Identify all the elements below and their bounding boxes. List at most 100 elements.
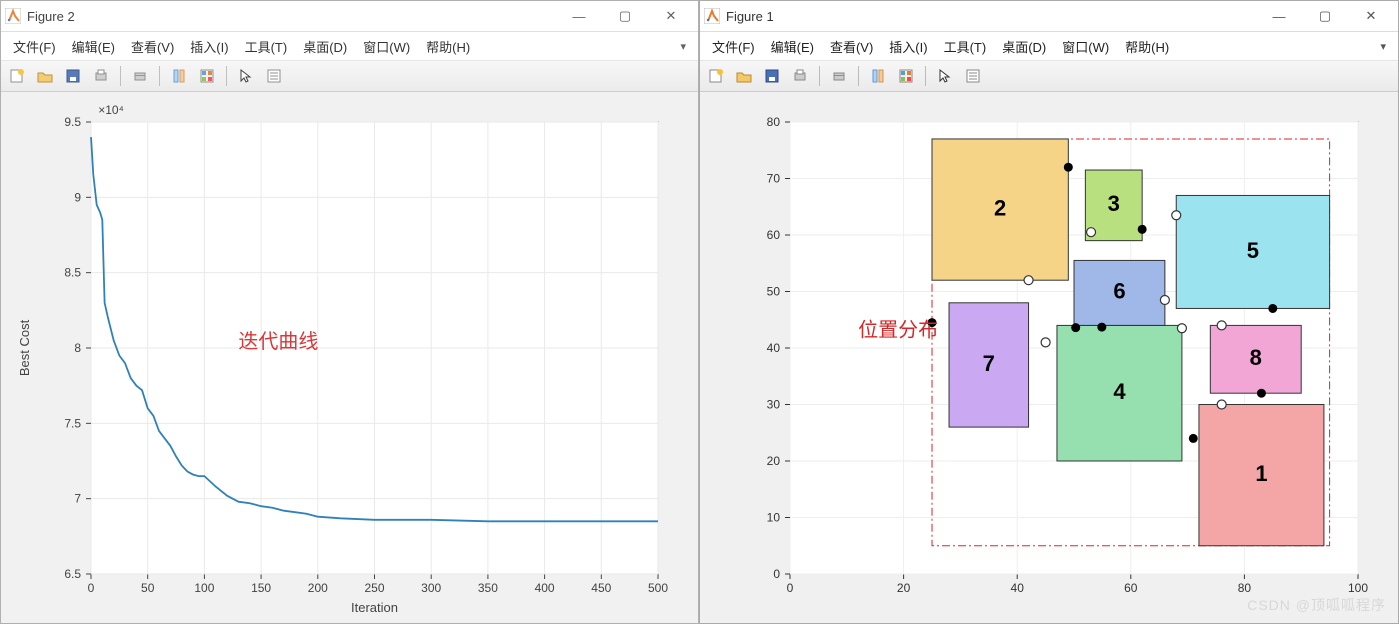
svg-text:8: 8 (1250, 345, 1262, 370)
separator (120, 66, 121, 86)
figure-window-1: Figure 1 — ▢ ✕ 文件(F) 编辑(E) 查看(V) 插入(I) 工… (699, 0, 1399, 624)
link-button[interactable] (167, 64, 191, 88)
plot-area-left[interactable]: 0501001502002503003504004505006.577.588.… (1, 92, 698, 623)
window-title: Figure 2 (27, 9, 556, 24)
colorbar-button[interactable] (195, 64, 219, 88)
layout-chart: 0204060801000102030405060708012345678位置分… (700, 92, 1398, 624)
window-title: Figure 1 (726, 9, 1256, 24)
svg-text:7: 7 (983, 351, 995, 376)
svg-text:7: 7 (74, 492, 81, 506)
menu-view[interactable]: 查看(V) (824, 35, 879, 58)
svg-text:1: 1 (1255, 461, 1267, 486)
maximize-button[interactable]: ▢ (602, 2, 648, 30)
toolbar (1, 61, 698, 92)
svg-text:50: 50 (141, 581, 155, 595)
svg-text:80: 80 (767, 115, 781, 129)
minimize-button[interactable]: — (556, 2, 602, 30)
new-figure-button[interactable] (704, 64, 728, 88)
svg-text:5: 5 (1247, 238, 1259, 263)
svg-text:20: 20 (767, 454, 781, 468)
svg-text:0: 0 (787, 581, 794, 595)
menu-file[interactable]: 文件(F) (7, 35, 62, 58)
menu-edit[interactable]: 编辑(E) (66, 35, 121, 58)
save-button[interactable] (760, 64, 784, 88)
svg-text:100: 100 (1348, 581, 1368, 595)
svg-text:400: 400 (535, 581, 555, 595)
menu-window[interactable]: 窗口(W) (357, 35, 416, 58)
insert-legend-button[interactable] (961, 64, 985, 88)
menu-file[interactable]: 文件(F) (706, 35, 761, 58)
svg-text:60: 60 (1124, 581, 1138, 595)
matlab-icon (704, 8, 720, 24)
print-preview-button[interactable] (128, 64, 152, 88)
separator (226, 66, 227, 86)
svg-text:7.5: 7.5 (64, 416, 81, 430)
titlebar[interactable]: Figure 2 — ▢ ✕ (1, 1, 698, 32)
menu-tools[interactable]: 工具(T) (239, 35, 294, 58)
svg-text:100: 100 (194, 581, 214, 595)
close-button[interactable]: ✕ (648, 2, 694, 30)
svg-text:×10⁴: ×10⁴ (98, 103, 124, 117)
pointer-button[interactable] (933, 64, 957, 88)
svg-text:8.5: 8.5 (64, 266, 81, 280)
line-chart: 0501001502002503003504004505006.577.588.… (1, 92, 698, 624)
svg-text:10: 10 (767, 511, 781, 525)
separator (159, 66, 160, 86)
menu-insert[interactable]: 插入(I) (883, 35, 933, 58)
svg-text:位置分布: 位置分布 (858, 319, 938, 342)
svg-text:0: 0 (773, 567, 780, 581)
menu-overflow-icon[interactable]: ▾ (1374, 38, 1392, 55)
menu-tools[interactable]: 工具(T) (938, 35, 993, 58)
figure-window-2: Figure 2 — ▢ ✕ 文件(F) 编辑(E) 查看(V) 插入(I) 工… (0, 0, 699, 624)
svg-text:迭代曲线: 迭代曲线 (238, 330, 318, 353)
svg-text:50: 50 (767, 285, 781, 299)
menu-view[interactable]: 查看(V) (125, 35, 180, 58)
svg-text:450: 450 (591, 581, 611, 595)
svg-text:150: 150 (251, 581, 271, 595)
titlebar[interactable]: Figure 1 — ▢ ✕ (700, 1, 1398, 32)
menu-desktop[interactable]: 桌面(D) (297, 35, 353, 58)
separator (819, 66, 820, 86)
open-button[interactable] (33, 64, 57, 88)
pointer-button[interactable] (234, 64, 258, 88)
plot-area-right[interactable]: 0204060801000102030405060708012345678位置分… (700, 92, 1398, 623)
menubar: 文件(F) 编辑(E) 查看(V) 插入(I) 工具(T) 桌面(D) 窗口(W… (1, 32, 698, 61)
close-button[interactable]: ✕ (1348, 2, 1394, 30)
print-button[interactable] (788, 64, 812, 88)
matlab-icon (5, 8, 21, 24)
maximize-button[interactable]: ▢ (1302, 2, 1348, 30)
menu-help[interactable]: 帮助(H) (420, 35, 476, 58)
colorbar-button[interactable] (894, 64, 918, 88)
separator (925, 66, 926, 86)
svg-text:Best Cost: Best Cost (17, 319, 32, 376)
menu-overflow-icon[interactable]: ▾ (674, 38, 692, 55)
svg-text:500: 500 (648, 581, 668, 595)
separator (858, 66, 859, 86)
svg-text:9.5: 9.5 (64, 115, 81, 129)
svg-text:9: 9 (74, 190, 81, 204)
svg-text:40: 40 (767, 341, 781, 355)
menu-help[interactable]: 帮助(H) (1119, 35, 1175, 58)
insert-legend-button[interactable] (262, 64, 286, 88)
print-button[interactable] (89, 64, 113, 88)
svg-text:300: 300 (421, 581, 441, 595)
menu-desktop[interactable]: 桌面(D) (996, 35, 1052, 58)
menu-window[interactable]: 窗口(W) (1056, 35, 1115, 58)
svg-text:250: 250 (364, 581, 384, 595)
menu-edit[interactable]: 编辑(E) (765, 35, 820, 58)
menu-insert[interactable]: 插入(I) (184, 35, 234, 58)
toolbar (700, 61, 1398, 92)
svg-text:6.5: 6.5 (64, 567, 81, 581)
svg-text:200: 200 (308, 581, 328, 595)
save-button[interactable] (61, 64, 85, 88)
new-figure-button[interactable] (5, 64, 29, 88)
svg-text:2: 2 (994, 195, 1006, 220)
svg-text:4: 4 (1113, 379, 1126, 404)
print-preview-button[interactable] (827, 64, 851, 88)
svg-text:40: 40 (1011, 581, 1025, 595)
svg-text:30: 30 (767, 398, 781, 412)
svg-text:70: 70 (767, 172, 781, 186)
open-button[interactable] (732, 64, 756, 88)
minimize-button[interactable]: — (1256, 2, 1302, 30)
link-button[interactable] (866, 64, 890, 88)
